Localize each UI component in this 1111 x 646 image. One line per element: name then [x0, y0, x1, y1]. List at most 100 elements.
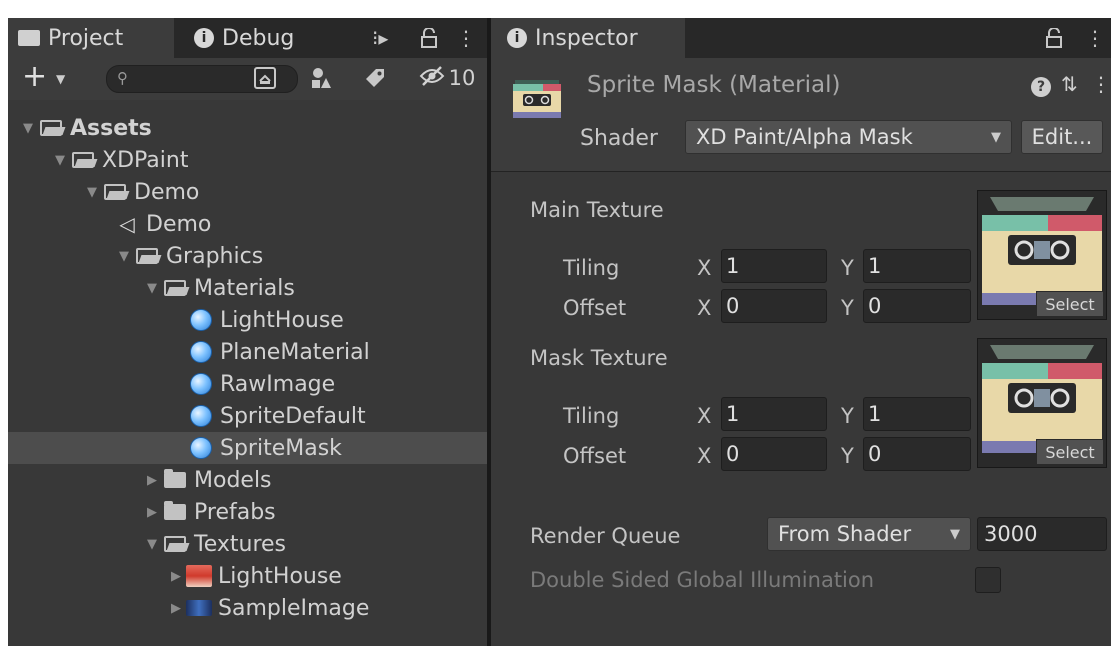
tree-item-label: LightHouse: [218, 563, 342, 589]
tree-item-demo-scene[interactable]: ◁ Demo: [8, 208, 487, 240]
tree-item-material-spritemask[interactable]: SpriteMask: [8, 432, 487, 464]
tree-item-label: XDPaint: [102, 147, 189, 173]
mask-tiling-y-field[interactable]: 1: [863, 397, 971, 431]
tree-item-label: SampleImage: [218, 595, 370, 621]
mask-offset-y-field[interactable]: 0: [863, 437, 971, 471]
tab-project[interactable]: Project: [8, 18, 174, 58]
tree-item-material-lighthouse[interactable]: LightHouse: [8, 304, 487, 336]
expand-arrow-icon[interactable]: ▼: [114, 249, 134, 264]
main-offset-x-axis: X: [697, 296, 712, 320]
hidden-packages-toggle[interactable]: 10: [412, 64, 482, 92]
tree-item-graphics[interactable]: ▼ Graphics: [8, 240, 487, 272]
main-offset-label: Offset: [563, 296, 627, 320]
mask-texture-select-button[interactable]: Select: [1036, 439, 1104, 465]
mask-texture-label: Mask Texture: [530, 346, 668, 370]
info-icon: i: [194, 28, 214, 48]
mask-offset-label: Offset: [563, 444, 627, 468]
folder-icon: [162, 500, 188, 524]
presets-icon[interactable]: ⇅: [1061, 72, 1078, 96]
main-tiling-x-field[interactable]: 1: [721, 249, 827, 283]
shader-dropdown[interactable]: XD Paint/Alpha Mask ▼: [685, 120, 1012, 154]
folder-icon: [18, 30, 40, 46]
collapse-arrow-icon[interactable]: ▶: [166, 601, 186, 616]
material-header: Sprite Mask (Material) ? ⇅ ⋮ Shader XD P…: [491, 58, 1111, 172]
expand-arrow-icon[interactable]: ▼: [142, 537, 162, 552]
main-offset-x-field[interactable]: 0: [721, 289, 827, 323]
project-panel: Project i Debug ⁝▸ ⋮ + ▼ ⚲ 10 ▼ Assets ▼…: [8, 18, 487, 646]
folder-open-icon: [162, 532, 188, 556]
filter-by-label-icon[interactable]: [360, 64, 390, 92]
tree-item-material-spritedefault[interactable]: SpriteDefault: [8, 400, 487, 432]
tree-item-textures[interactable]: ▼ Textures: [8, 528, 487, 560]
tree-item-demo-folder[interactable]: ▼ Demo: [8, 176, 487, 208]
component-menu-icon[interactable]: ⋮: [1091, 72, 1111, 96]
tree-item-materials[interactable]: ▼ Materials: [8, 272, 487, 304]
expand-arrow-icon[interactable]: ▼: [142, 281, 162, 296]
render-queue-field[interactable]: 3000: [977, 517, 1107, 551]
folder-open-icon: [162, 276, 188, 300]
double-sided-gi-label: Double Sided Global Illumination: [530, 568, 875, 592]
expand-arrow-icon[interactable]: ▼: [50, 153, 70, 168]
tree-item-xdpaint[interactable]: ▼ XDPaint: [8, 144, 487, 176]
filter-by-type-icon[interactable]: [306, 64, 336, 92]
tab-inspector-label: Inspector: [535, 25, 638, 51]
main-tiling-y-field[interactable]: 1: [863, 249, 971, 283]
tree-item-label: Demo: [146, 211, 212, 237]
material-icon: [188, 308, 214, 332]
material-icon: [188, 436, 214, 460]
mask-tiling-x-axis: X: [697, 404, 712, 428]
shader-label: Shader: [580, 126, 658, 151]
tree-item-texture-lighthouse[interactable]: ▶ LightHouse: [8, 560, 487, 592]
tree-item-material-planematerial[interactable]: PlaneMaterial: [8, 336, 487, 368]
collapse-arrow-icon[interactable]: ▶: [142, 473, 162, 488]
mask-tiling-y-axis: Y: [841, 404, 854, 428]
tree-item-label: SpriteDefault: [220, 403, 366, 429]
help-icon[interactable]: ?: [1031, 72, 1051, 97]
edit-shader-button[interactable]: Edit...: [1021, 120, 1103, 154]
tree-item-texture-sampleimage[interactable]: ▶ SampleImage: [8, 592, 487, 624]
folder-open-icon: [102, 180, 128, 204]
main-texture-select-button[interactable]: Select: [1036, 291, 1104, 317]
main-tiling-label: Tiling: [563, 256, 620, 280]
tree-item-label: Assets: [70, 115, 152, 141]
texture-sampleimage-icon: [186, 596, 212, 620]
more-menu-icon[interactable]: ⋮: [456, 18, 476, 58]
tab-project-label: Project: [48, 25, 124, 51]
tree-item-prefabs[interactable]: ▶ Prefabs: [8, 496, 487, 528]
tree-item-assets[interactable]: ▼ Assets: [8, 112, 487, 144]
add-button[interactable]: +: [22, 62, 47, 92]
folder-icon: [162, 468, 188, 492]
mask-offset-x-field[interactable]: 0: [721, 437, 827, 471]
double-sided-gi-checkbox[interactable]: [975, 567, 1001, 593]
collapse-arrow-icon[interactable]: ▶: [142, 505, 162, 520]
tree-item-material-rawimage[interactable]: RawImage: [8, 368, 487, 400]
collapse-arrow-icon[interactable]: ▶: [166, 569, 186, 584]
main-texture-label: Main Texture: [530, 198, 664, 222]
tree-item-label: Textures: [194, 531, 286, 557]
main-offset-y-field[interactable]: 0: [863, 289, 971, 323]
add-dropdown-caret-icon[interactable]: ▼: [56, 72, 65, 86]
main-texture-slot[interactable]: Select: [977, 190, 1107, 320]
render-queue-dropdown[interactable]: From Shader ▼: [767, 517, 971, 551]
lock-icon[interactable]: [420, 18, 438, 58]
tab-overflow-icon[interactable]: ⁝▸: [372, 18, 388, 58]
search-by-type-icon[interactable]: [250, 64, 280, 92]
tab-debug[interactable]: i Debug: [194, 18, 294, 58]
window-top-strip: [0, 0, 1111, 18]
render-queue-mode: From Shader: [778, 522, 912, 546]
tab-inspector[interactable]: i Inspector: [491, 18, 685, 58]
tree-item-label: Models: [194, 467, 272, 493]
expand-arrow-icon[interactable]: ▼: [82, 185, 102, 200]
folder-open-icon: [70, 148, 96, 172]
tree-item-label: LightHouse: [220, 307, 344, 333]
lock-icon[interactable]: [1045, 18, 1063, 58]
expand-arrow-icon[interactable]: ▼: [18, 121, 38, 136]
tree-item-models[interactable]: ▶ Models: [8, 464, 487, 496]
mask-texture-slot[interactable]: Select: [977, 338, 1107, 468]
eye-slash-icon: [419, 65, 445, 91]
more-menu-icon[interactable]: ⋮: [1085, 18, 1105, 58]
folder-open-icon: [134, 244, 160, 268]
material-title: Sprite Mask (Material): [587, 72, 841, 98]
mask-tiling-x-field[interactable]: 1: [721, 397, 827, 431]
shader-value: XD Paint/Alpha Mask: [696, 125, 913, 149]
